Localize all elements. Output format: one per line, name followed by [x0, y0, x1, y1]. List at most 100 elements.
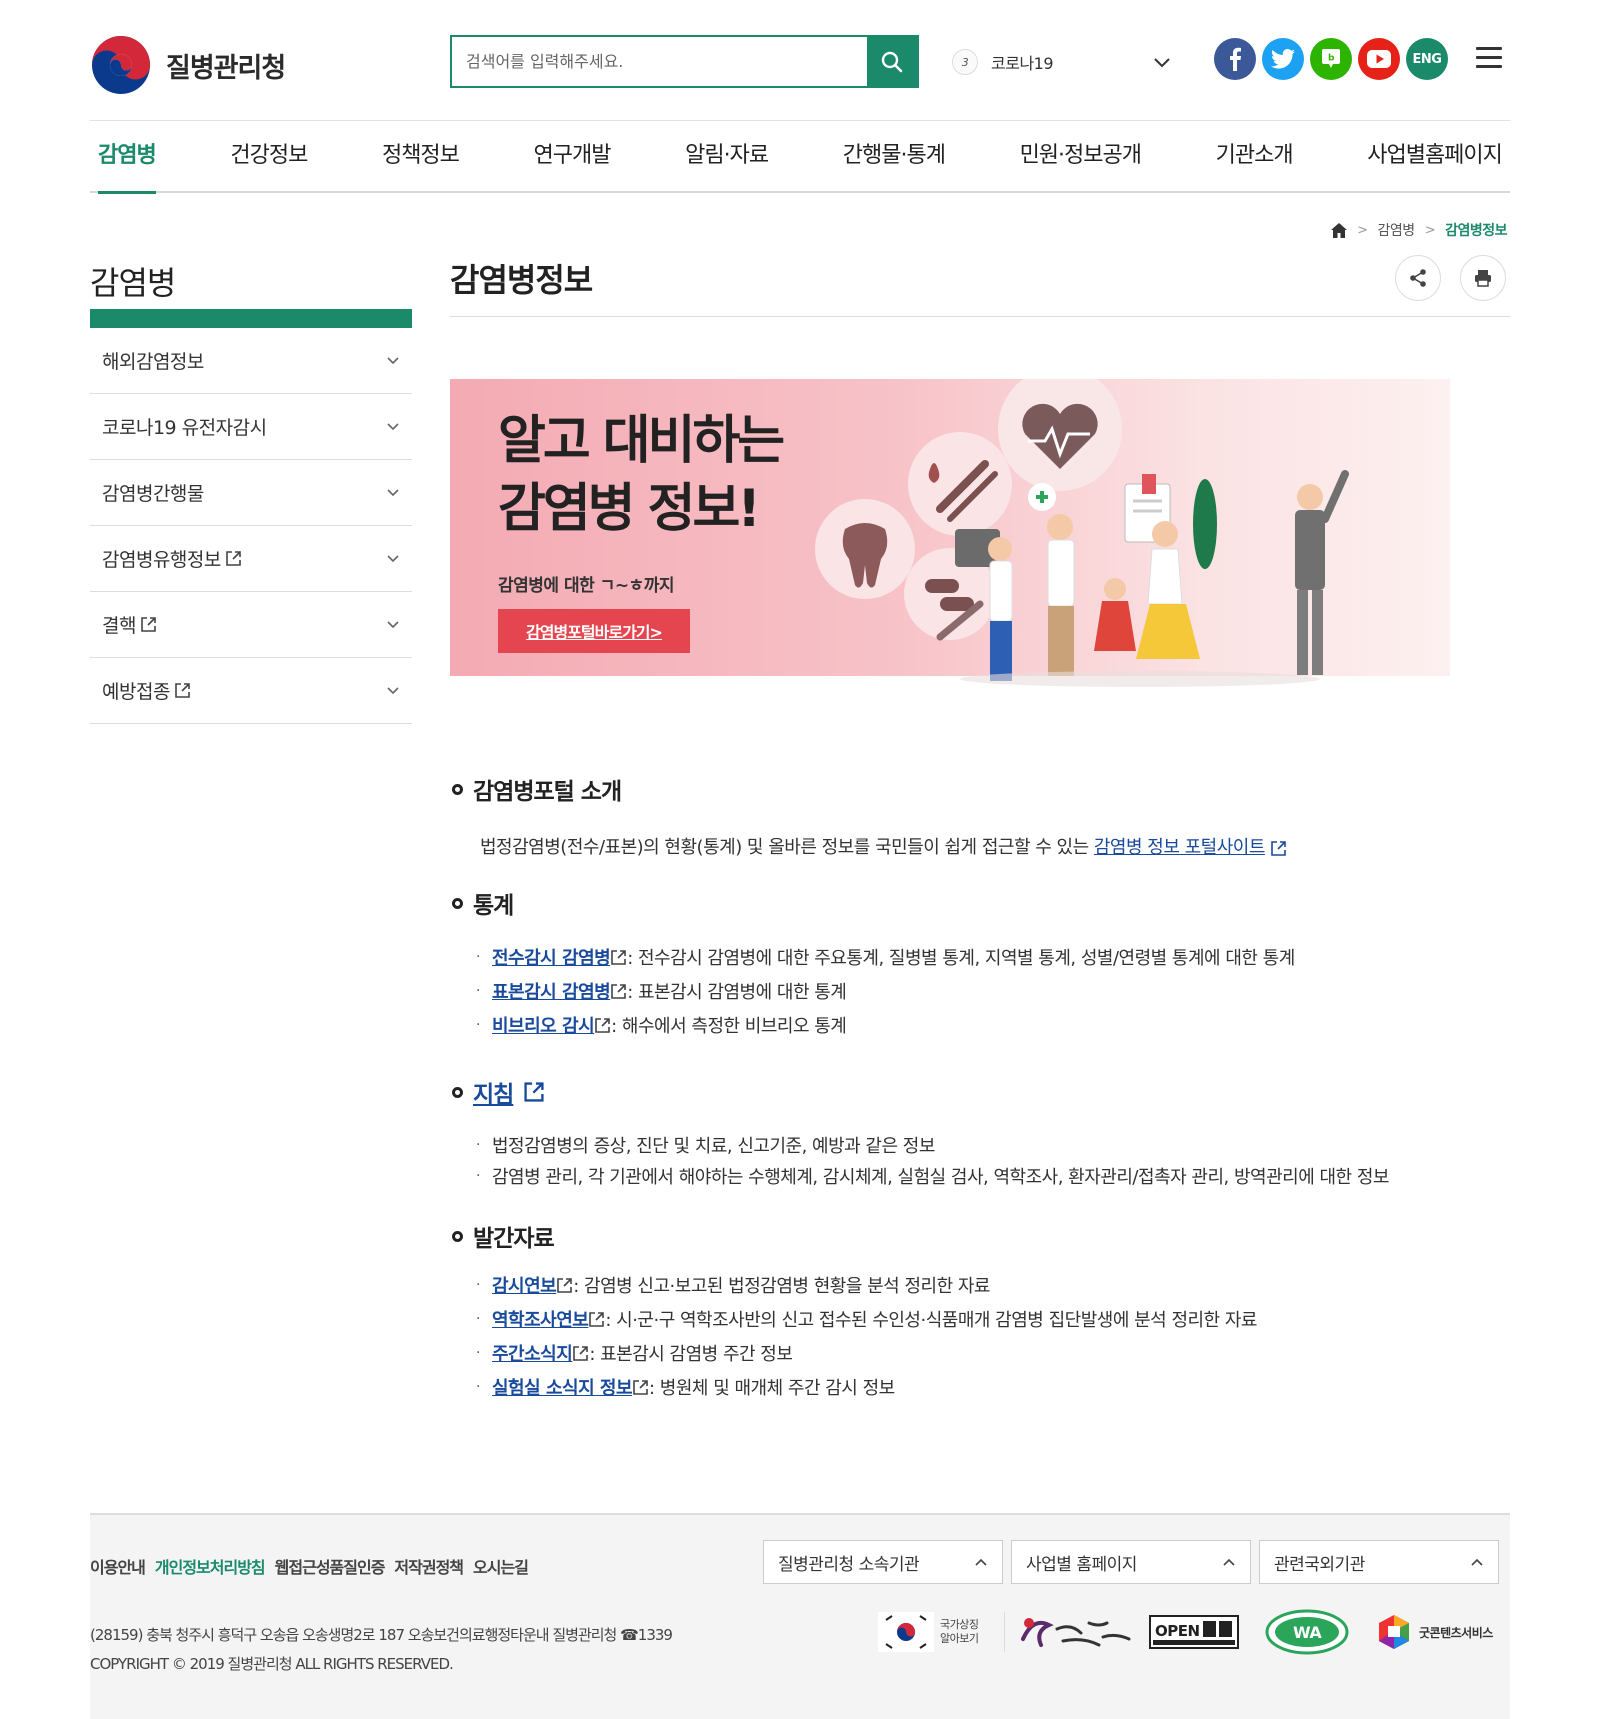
hamburger-line — [1476, 65, 1502, 68]
national-symbol-badge[interactable]: 국가상징 알아보기 — [878, 1612, 1005, 1652]
list-item: · 비브리오 감시 : 해수에서 측정한 비브리오 통계 — [476, 1012, 847, 1038]
sidebar-item-tuberculosis[interactable]: 결핵 — [90, 592, 412, 658]
list-dot: · — [476, 1168, 480, 1184]
footer-links: 이용안내 개인정보처리방침 웹접근성품질인증 저작권정책 오시는길 — [90, 1554, 529, 1578]
svg-text:b: b — [1328, 54, 1335, 64]
sidebar-item-publications[interactable]: 감염병간행물 — [90, 460, 412, 526]
external-link-icon — [175, 683, 190, 698]
sidebar-item-overseas[interactable]: 해외감염정보 — [90, 328, 412, 394]
section-heading-portal: 감염병포털 소개 — [452, 772, 622, 806]
select-label: 질병관리청 소속기관 — [778, 1554, 920, 1575]
sidebar-item-covid-genome[interactable]: 코로나19 유전자감시 — [90, 394, 412, 460]
gnb-item-project-sites[interactable]: 사업별홈페이지 — [1367, 120, 1503, 192]
section-heading-text: 통계 — [473, 893, 514, 919]
section-heading-guide: 지침 — [452, 1075, 545, 1109]
sidebar-item-label: 예방접종 — [102, 681, 170, 703]
pubs-link-lab[interactable]: 실험실 소식지 정보 — [492, 1374, 633, 1400]
popular-keyword-rolling[interactable]: 3 코로나19 — [952, 44, 1172, 80]
breadcrumb-current[interactable]: 감염병정보 — [1445, 220, 1507, 240]
external-link-icon — [611, 983, 626, 999]
print-button[interactable] — [1460, 255, 1506, 301]
good-content-badge[interactable]: 굿콘텐츠서비스 — [1375, 1613, 1493, 1651]
list-item-text: 감염병 관리, 각 기관에서 해야하는 수행체계, 감시체계, 실험실 검사, … — [492, 1167, 1389, 1188]
home-icon[interactable] — [1331, 222, 1348, 238]
national-symbol-label: 국가상징 알아보기 — [940, 1618, 979, 1645]
family-health-illustration — [815, 379, 1349, 687]
search-input[interactable] — [452, 37, 867, 86]
footer-copyright: COPYRIGHT © 2019 질병관리청 ALL RIGHTS RESERV… — [90, 1655, 454, 1673]
rank-keyword: 코로나19 — [991, 54, 1054, 73]
facebook-icon[interactable] — [1214, 38, 1256, 80]
list-dot: · — [476, 1277, 480, 1293]
list-item-text: : 전수감시 감염병에 대한 주요통계, 질병별 통계, 지역별 통계, 성별/… — [627, 948, 1295, 969]
gnb-item-notice[interactable]: 알림·자료 — [685, 120, 769, 192]
bullet-icon — [452, 783, 463, 795]
bullet-icon — [452, 897, 463, 909]
gnb-item-publications[interactable]: 간행물·통계 — [843, 120, 946, 192]
search-button[interactable] — [867, 37, 917, 86]
list-dot: · — [476, 983, 480, 999]
taegeuk-logo-icon — [92, 36, 150, 94]
footer-select-affiliates[interactable]: 질병관리청 소속기관 — [763, 1540, 1003, 1584]
footer-select-related-agencies[interactable]: 관련국외기관 — [1259, 1540, 1499, 1584]
footer-link-privacy[interactable]: 개인정보처리방침 — [155, 1554, 266, 1578]
footer-link-directions[interactable]: 오시는길 — [473, 1554, 529, 1578]
stats-link-sentinel[interactable]: 표본감시 감염병 — [492, 978, 611, 1004]
gnb-item-infectious-disease[interactable]: 감염병 — [98, 120, 157, 194]
pubs-link-annual[interactable]: 감시연보 — [492, 1272, 557, 1298]
stats-link-vibrio[interactable]: 비브리오 감시 — [492, 1012, 595, 1038]
all-menu-button[interactable] — [1476, 47, 1502, 71]
external-link-icon — [611, 949, 626, 965]
portal-shortcut-button[interactable]: 감염병포털바로가기> — [498, 609, 690, 653]
chevron-down-icon — [387, 422, 399, 430]
search-icon — [881, 51, 903, 72]
blog-icon[interactable]: b — [1310, 38, 1352, 80]
footer-link-copyright[interactable]: 저작권정책 — [394, 1554, 464, 1578]
chevron-down-icon — [387, 554, 399, 562]
list-item: · 주간소식지 : 표본감시 감염병 주간 정보 — [476, 1340, 793, 1366]
sidebar-item-vaccination[interactable]: 예방접종 — [90, 658, 412, 724]
chevron-down-icon — [387, 356, 399, 364]
gnb-item-research[interactable]: 연구개발 — [534, 120, 612, 192]
breadcrumb-level1[interactable]: 감염병 — [1378, 220, 1416, 240]
footer-select-project-sites[interactable]: 사업별 홈페이지 — [1011, 1540, 1251, 1584]
external-link-icon — [589, 1311, 605, 1327]
good-content-icon — [1379, 1615, 1409, 1649]
list-item-text: : 해수에서 측정한 비브리오 통계 — [611, 1016, 847, 1037]
chevron-up-icon — [1471, 1558, 1483, 1566]
external-link-icon — [1271, 840, 1286, 856]
pubs-link-weekly[interactable]: 주간소식지 — [492, 1340, 573, 1366]
guide-heading-link[interactable]: 지침 — [473, 1075, 514, 1109]
list-item: · 감시연보 : 감염병 신고·보고된 법정감염병 현황을 분석 정리한 자료 — [476, 1272, 990, 1298]
sidebar-item-label: 결핵 — [102, 615, 136, 637]
portal-text: 법정감염병(전수/표본)의 현황(통계) 및 올바른 정보를 국민들이 쉽게 접… — [480, 837, 1089, 858]
list-dot: · — [476, 1379, 480, 1395]
external-link-icon — [633, 1379, 648, 1395]
gnb-item-about[interactable]: 기관소개 — [1216, 120, 1294, 192]
sidebar-item-epidemic-info[interactable]: 감염병유행정보 — [90, 526, 412, 592]
stats-link-mandatory[interactable]: 전수감시 감염병 — [492, 944, 611, 970]
english-site-button[interactable]: ENG — [1406, 38, 1448, 80]
gnb-item-health-info[interactable]: 건강정보 — [230, 120, 308, 192]
portal-site-link[interactable]: 감염병 정보 포털사이트 — [1094, 837, 1266, 858]
good-content-label: 굿콘텐츠서비스 — [1419, 1625, 1493, 1640]
share-button[interactable] — [1395, 255, 1441, 301]
pubs-link-epidemiology[interactable]: 역학조사연보 — [492, 1306, 589, 1332]
print-icon — [1475, 270, 1491, 287]
list-item: · 실험실 소식지 정보 : 병원체 및 매개체 주간 감시 정보 — [476, 1374, 895, 1400]
chevron-up-icon — [975, 1558, 987, 1566]
select-label: 사업별 홈페이지 — [1026, 1554, 1137, 1575]
gnb-item-policy-info[interactable]: 정책정보 — [382, 120, 460, 192]
breadcrumb-separator: > — [1424, 222, 1436, 238]
sidebar-title-bar — [90, 309, 412, 328]
sidebar-item-label: 감염병간행물 — [102, 483, 204, 505]
footer-link-guide[interactable]: 이용안내 — [90, 1554, 146, 1578]
list-item: · 전수감시 감염병 : 전수감시 감염병에 대한 주요통계, 질병별 통계, … — [476, 944, 1295, 970]
gnb-item-civil-service[interactable]: 민원·정보공개 — [1020, 120, 1142, 192]
banner-title-line2: 감염병 정보! — [498, 479, 761, 539]
twitter-icon[interactable] — [1262, 38, 1304, 80]
site-logo[interactable]: 질병관리청 — [90, 34, 286, 96]
youtube-icon[interactable] — [1358, 38, 1400, 80]
banner-subtitle: 감염병에 대한 ㄱ~ㅎ까지 — [498, 576, 674, 596]
footer-link-accessibility[interactable]: 웹접근성품질인증 — [275, 1554, 386, 1578]
